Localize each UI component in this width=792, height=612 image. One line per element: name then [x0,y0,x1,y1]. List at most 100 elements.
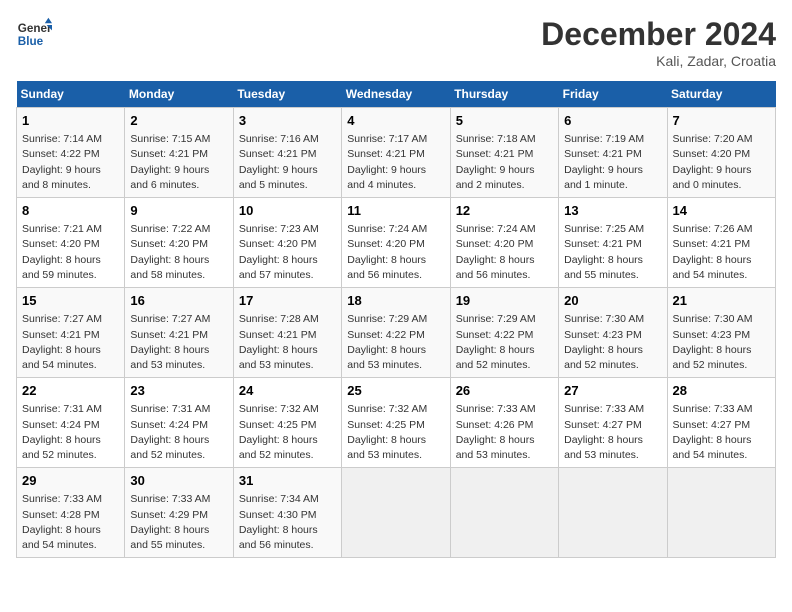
calendar-cell: 20Sunrise: 7:30 AMSunset: 4:23 PMDayligh… [559,288,667,378]
day-number: 28 [673,382,770,400]
col-header-friday: Friday [559,81,667,108]
day-number: 29 [22,472,119,490]
calendar-week-3: 15 Sunrise: 7:27 AMSunset: 4:21 PMDayligh… [17,288,776,378]
calendar-cell [450,468,558,558]
day-number: 3 [239,112,336,130]
day-number: 11 [347,202,444,220]
calendar-cell: 18Sunrise: 7:29 AMSunset: 4:22 PMDayligh… [342,288,450,378]
cell-content: Sunrise: 7:29 AMSunset: 4:22 PMDaylight:… [456,312,553,373]
calendar-cell: 19 Sunrise: 7:29 AMSunset: 4:22 PMDayligh… [450,288,558,378]
cell-content: Sunrise: 7:15 AMSunset: 4:21 PMDaylight:… [130,132,227,193]
cell-content: Sunrise: 7:28 AMSunset: 4:21 PMDaylight:… [239,312,336,373]
calendar-cell: 22 Sunrise: 7:31 AMSunset: 4:24 PMDayligh… [17,378,125,468]
day-number: 25 [347,382,444,400]
cell-content: Sunrise: 7:24 AMSunset: 4:20 PMDaylight:… [347,222,444,283]
calendar-table: SundayMondayTuesdayWednesdayThursdayFrid… [16,81,776,558]
col-header-wednesday: Wednesday [342,81,450,108]
calendar-cell: 28 Sunrise: 7:33 AMSunset: 4:27 PMDayligh… [667,378,775,468]
cell-content: Sunrise: 7:14 AMSunset: 4:22 PMDaylight:… [22,132,119,193]
day-number: 16 [130,292,227,310]
day-number: 12 [456,202,553,220]
cell-content: Sunrise: 7:27 AMSunset: 4:21 PMDaylight:… [130,312,227,373]
day-number: 23 [130,382,227,400]
col-header-sunday: Sunday [17,81,125,108]
location-subtitle: Kali, Zadar, Croatia [541,53,776,69]
month-title: December 2024 [541,16,776,53]
calendar-cell: 25Sunrise: 7:32 AMSunset: 4:25 PMDayligh… [342,378,450,468]
calendar-cell: 23 Sunrise: 7:31 AMSunset: 4:24 PMDayligh… [125,378,233,468]
page-header: General Blue December 2024 Kali, Zadar, … [16,16,776,69]
day-number: 13 [564,202,661,220]
cell-content: Sunrise: 7:31 AMSunset: 4:24 PMDaylight:… [130,402,227,463]
col-header-monday: Monday [125,81,233,108]
cell-content: Sunrise: 7:19 AMSunset: 4:21 PMDaylight:… [564,132,661,193]
cell-content: Sunrise: 7:30 AMSunset: 4:23 PMDaylight:… [673,312,770,373]
calendar-week-4: 22 Sunrise: 7:31 AMSunset: 4:24 PMDayligh… [17,378,776,468]
calendar-week-5: 29 Sunrise: 7:33 AMSunset: 4:28 PMDayligh… [17,468,776,558]
cell-content: Sunrise: 7:18 AMSunset: 4:21 PMDaylight:… [456,132,553,193]
calendar-cell: 8Sunrise: 7:21 AMSunset: 4:20 PMDaylight… [17,198,125,288]
calendar-cell: 3 Sunrise: 7:16 AMSunset: 4:21 PMDaylight… [233,108,341,198]
day-number: 26 [456,382,553,400]
cell-content: Sunrise: 7:25 AMSunset: 4:21 PMDaylight:… [564,222,661,283]
day-number: 8 [22,202,119,220]
calendar-cell: 15 Sunrise: 7:27 AMSunset: 4:21 PMDayligh… [17,288,125,378]
cell-content: Sunrise: 7:33 AMSunset: 4:29 PMDaylight:… [130,492,227,553]
cell-content: Sunrise: 7:31 AMSunset: 4:24 PMDaylight:… [22,402,119,463]
day-number: 14 [673,202,770,220]
calendar-cell: 4Sunrise: 7:17 AMSunset: 4:21 PMDaylight… [342,108,450,198]
col-header-thursday: Thursday [450,81,558,108]
cell-content: Sunrise: 7:33 AMSunset: 4:27 PMDaylight:… [673,402,770,463]
day-number: 15 [22,292,119,310]
cell-content: Sunrise: 7:34 AMSunset: 4:30 PMDaylight:… [239,492,336,553]
calendar-cell: 29 Sunrise: 7:33 AMSunset: 4:28 PMDayligh… [17,468,125,558]
day-number: 9 [130,202,227,220]
cell-content: Sunrise: 7:23 AMSunset: 4:20 PMDaylight:… [239,222,336,283]
cell-content: Sunrise: 7:26 AMSunset: 4:21 PMDaylight:… [673,222,770,283]
calendar-cell: 31Sunrise: 7:34 AMSunset: 4:30 PMDayligh… [233,468,341,558]
day-number: 19 [456,292,553,310]
day-number: 7 [673,112,770,130]
cell-content: Sunrise: 7:33 AMSunset: 4:28 PMDaylight:… [22,492,119,553]
day-number: 22 [22,382,119,400]
day-number: 10 [239,202,336,220]
calendar-week-1: 1 Sunrise: 7:14 AMSunset: 4:22 PMDaylight… [17,108,776,198]
cell-content: Sunrise: 7:16 AMSunset: 4:21 PMDaylight:… [239,132,336,193]
day-number: 5 [456,112,553,130]
calendar-cell: 5 Sunrise: 7:18 AMSunset: 4:21 PMDaylight… [450,108,558,198]
col-header-tuesday: Tuesday [233,81,341,108]
calendar-cell: 14 Sunrise: 7:26 AMSunset: 4:21 PMDayligh… [667,198,775,288]
day-number: 2 [130,112,227,130]
cell-content: Sunrise: 7:29 AMSunset: 4:22 PMDaylight:… [347,312,444,373]
calendar-body: 1 Sunrise: 7:14 AMSunset: 4:22 PMDaylight… [17,108,776,558]
calendar-week-2: 8Sunrise: 7:21 AMSunset: 4:20 PMDaylight… [17,198,776,288]
day-number: 27 [564,382,661,400]
calendar-cell: 6Sunrise: 7:19 AMSunset: 4:21 PMDaylight… [559,108,667,198]
cell-content: Sunrise: 7:17 AMSunset: 4:21 PMDaylight:… [347,132,444,193]
day-number: 24 [239,382,336,400]
calendar-cell [667,468,775,558]
calendar-cell [559,468,667,558]
calendar-cell: 11 Sunrise: 7:24 AMSunset: 4:20 PMDayligh… [342,198,450,288]
svg-text:Blue: Blue [18,35,44,48]
cell-content: Sunrise: 7:27 AMSunset: 4:21 PMDaylight:… [22,312,119,373]
calendar-cell: 12 Sunrise: 7:24 AMSunset: 4:20 PMDayligh… [450,198,558,288]
calendar-cell: 30Sunrise: 7:33 AMSunset: 4:29 PMDayligh… [125,468,233,558]
cell-content: Sunrise: 7:32 AMSunset: 4:25 PMDaylight:… [239,402,336,463]
calendar-header-row: SundayMondayTuesdayWednesdayThursdayFrid… [17,81,776,108]
day-number: 1 [22,112,119,130]
svg-text:General: General [18,22,52,35]
calendar-cell: 27 Sunrise: 7:33 AMSunset: 4:27 PMDayligh… [559,378,667,468]
calendar-cell: 16 Sunrise: 7:27 AMSunset: 4:21 PMDayligh… [125,288,233,378]
calendar-cell: 7Sunrise: 7:20 AMSunset: 4:20 PMDaylight… [667,108,775,198]
day-number: 20 [564,292,661,310]
calendar-cell: 21Sunrise: 7:30 AMSunset: 4:23 PMDayligh… [667,288,775,378]
cell-content: Sunrise: 7:24 AMSunset: 4:20 PMDaylight:… [456,222,553,283]
logo: General Blue [16,16,52,52]
cell-content: Sunrise: 7:33 AMSunset: 4:27 PMDaylight:… [564,402,661,463]
title-block: December 2024 Kali, Zadar, Croatia [541,16,776,69]
cell-content: Sunrise: 7:33 AMSunset: 4:26 PMDaylight:… [456,402,553,463]
day-number: 17 [239,292,336,310]
calendar-cell: 2 Sunrise: 7:15 AMSunset: 4:21 PMDaylight… [125,108,233,198]
calendar-cell: 1 Sunrise: 7:14 AMSunset: 4:22 PMDaylight… [17,108,125,198]
